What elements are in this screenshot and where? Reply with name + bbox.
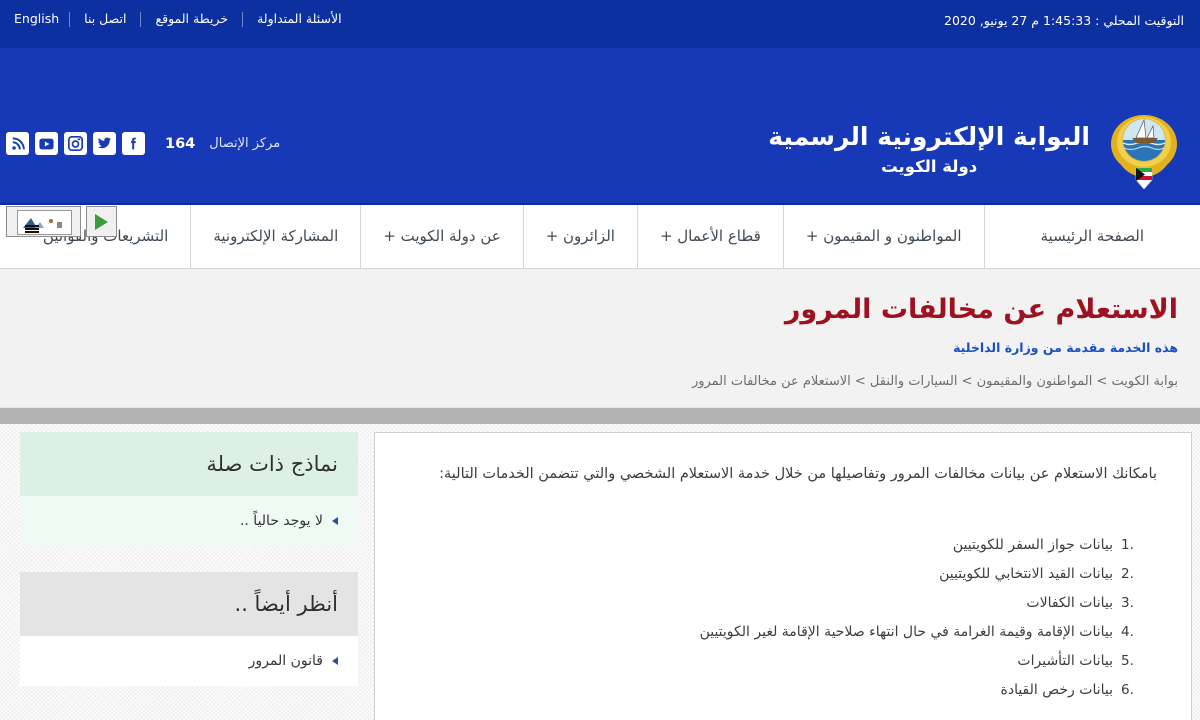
content-area: بامكانك الاستعلام عن بيانات مخالفات المر… bbox=[0, 424, 1200, 720]
call-center-label: مركز الإتصال bbox=[209, 136, 281, 151]
sidebar-item-label: لا يوجد حالياً .. bbox=[239, 513, 323, 529]
list-item-label: بيانات التأشيرات bbox=[1017, 653, 1113, 669]
main-navigation: الصفحة الرئيسية المواطنون و المقيمون + ق… bbox=[0, 205, 1200, 269]
top-link-contact-us[interactable]: اتصل بنا bbox=[70, 11, 140, 27]
list-item-number: 6. bbox=[1121, 682, 1134, 698]
list-item-label: بيانات الإقامة وقيمة الغرامة في حال انته… bbox=[699, 624, 1113, 640]
list-item: 3. بيانات الكفالات bbox=[409, 589, 1133, 618]
main-content-panel: بامكانك الاستعلام عن بيانات مخالفات المر… bbox=[374, 432, 1192, 720]
play-arrow-icon bbox=[95, 213, 108, 230]
top-utility-bar: الأسئلة المتداولة خريطة الموقع اتصل بنا … bbox=[0, 0, 1200, 48]
chevron-right-icon bbox=[332, 517, 338, 525]
list-item-label: بيانات الكفالات bbox=[1026, 595, 1113, 611]
list-item-number: 3. bbox=[1121, 595, 1134, 611]
list-item: 4. بيانات الإقامة وقيمة الغرامة في حال ا… bbox=[409, 618, 1134, 647]
local-time-label: التوقيت المحلي : 1:45:33 م 27 يونيو, 202… bbox=[944, 13, 1184, 28]
list-item: 1. بيانات جواز السفر للكويتيين bbox=[409, 531, 1134, 560]
list-item: 6. بيانات رخص القيادة bbox=[409, 676, 1134, 705]
sidebar: نماذج ذات صلة لا يوجد حالياً .. أنظر أيض… bbox=[20, 432, 358, 712]
nav-item-visitors[interactable]: الزائرون + bbox=[522, 205, 637, 268]
brand-block[interactable]: البوابة الإلكترونية الرسمية دولة الكويت bbox=[768, 110, 1182, 190]
sidebar-body-see-also: قانون المرور bbox=[20, 636, 358, 686]
list-item-number: 1. bbox=[1121, 537, 1134, 553]
instagram-icon[interactable] bbox=[64, 132, 87, 155]
sidebar-block-related-forms: نماذج ذات صلة لا يوجد حالياً .. bbox=[20, 432, 358, 546]
list-item-label: بيانات القيد الانتخابي للكويتيين bbox=[939, 566, 1113, 582]
list-item-label: بيانات رخص القيادة bbox=[1000, 682, 1114, 698]
list-item-number: 2. bbox=[1121, 566, 1134, 582]
top-utility-links: الأسئلة المتداولة خريطة الموقع اتصل بنا … bbox=[0, 11, 356, 27]
chevron-right-icon bbox=[332, 657, 338, 665]
sidebar-heading-related-forms: نماذج ذات صلة bbox=[20, 432, 358, 496]
call-center-number: 164 bbox=[165, 135, 196, 152]
top-link-faq[interactable]: الأسئلة المتداولة bbox=[243, 11, 356, 27]
list-item: 5. بيانات التأشيرات bbox=[409, 647, 1133, 676]
search-go-button[interactable] bbox=[86, 206, 117, 237]
list-item-number: 5. bbox=[1121, 653, 1134, 669]
nav-item-citizens-residents[interactable]: المواطنون و المقيمون + bbox=[782, 205, 984, 268]
portal-subtitle: دولة الكويت bbox=[881, 157, 978, 176]
top-link-english[interactable]: English bbox=[0, 11, 69, 27]
list-item-number: 4. bbox=[1121, 624, 1134, 640]
nav-item-about-kuwait[interactable]: عن دولة الكويت + bbox=[360, 205, 522, 268]
page-title: الاستعلام عن مخالفات المرور bbox=[784, 294, 1178, 325]
services-list: 1. بيانات جواز السفر للكويتيين 2. بيانات… bbox=[409, 531, 1157, 705]
broken-image-icon bbox=[17, 210, 72, 235]
page-title-band: الاستعلام عن مخالفات المرور هذه الخدمة م… bbox=[0, 269, 1200, 408]
list-item-label: بيانات جواز السفر للكويتيين bbox=[952, 537, 1113, 553]
breadcrumb: بوابة الكويت > المواطنون والمقيمون > الس… bbox=[691, 374, 1178, 389]
sidebar-body-related-forms: لا يوجد حالياً .. bbox=[20, 496, 358, 546]
rss-icon[interactable] bbox=[6, 132, 29, 155]
sidebar-heading-see-also: أنظر أيضاً .. bbox=[20, 572, 358, 636]
facebook-icon[interactable] bbox=[122, 132, 145, 155]
section-divider bbox=[0, 408, 1200, 424]
sidebar-item-label: قانون المرور bbox=[248, 653, 323, 669]
list-item: 2. بيانات القيد الانتخابي للكويتيين bbox=[409, 560, 1134, 589]
top-link-site-map[interactable]: خريطة الموقع bbox=[141, 11, 242, 27]
nav-item-home[interactable]: الصفحة الرئيسية bbox=[983, 205, 1200, 268]
sidebar-item-traffic-law[interactable]: قانون المرور bbox=[20, 636, 358, 686]
sidebar-item-no-forms[interactable]: لا يوجد حالياً .. bbox=[20, 496, 358, 546]
nav-item-business-sector[interactable]: قطاع الأعمال + bbox=[636, 205, 783, 268]
search-widget bbox=[6, 206, 117, 237]
brand-text: البوابة الإلكترونية الرسمية دولة الكويت bbox=[768, 120, 1090, 180]
search-input[interactable] bbox=[6, 206, 81, 237]
kuwait-state-emblem-icon bbox=[1106, 110, 1182, 190]
portal-title: البوابة الإلكترونية الرسمية bbox=[768, 122, 1090, 151]
youtube-icon[interactable] bbox=[35, 132, 58, 155]
page-subtitle: هذه الخدمة مقدمة من وزارة الداخلية bbox=[953, 340, 1178, 355]
intro-paragraph: بامكانك الاستعلام عن بيانات مخالفات المر… bbox=[439, 466, 1157, 482]
nav-item-e-participation[interactable]: المشاركة الإلكترونية bbox=[190, 205, 360, 268]
social-and-callcenter: 164 مركز الإتصال bbox=[6, 132, 280, 155]
sidebar-block-see-also: أنظر أيضاً .. قانون المرور bbox=[20, 572, 358, 686]
site-header: البوابة الإلكترونية الرسمية دولة الكويت bbox=[0, 48, 1200, 237]
twitter-icon[interactable] bbox=[93, 132, 116, 155]
